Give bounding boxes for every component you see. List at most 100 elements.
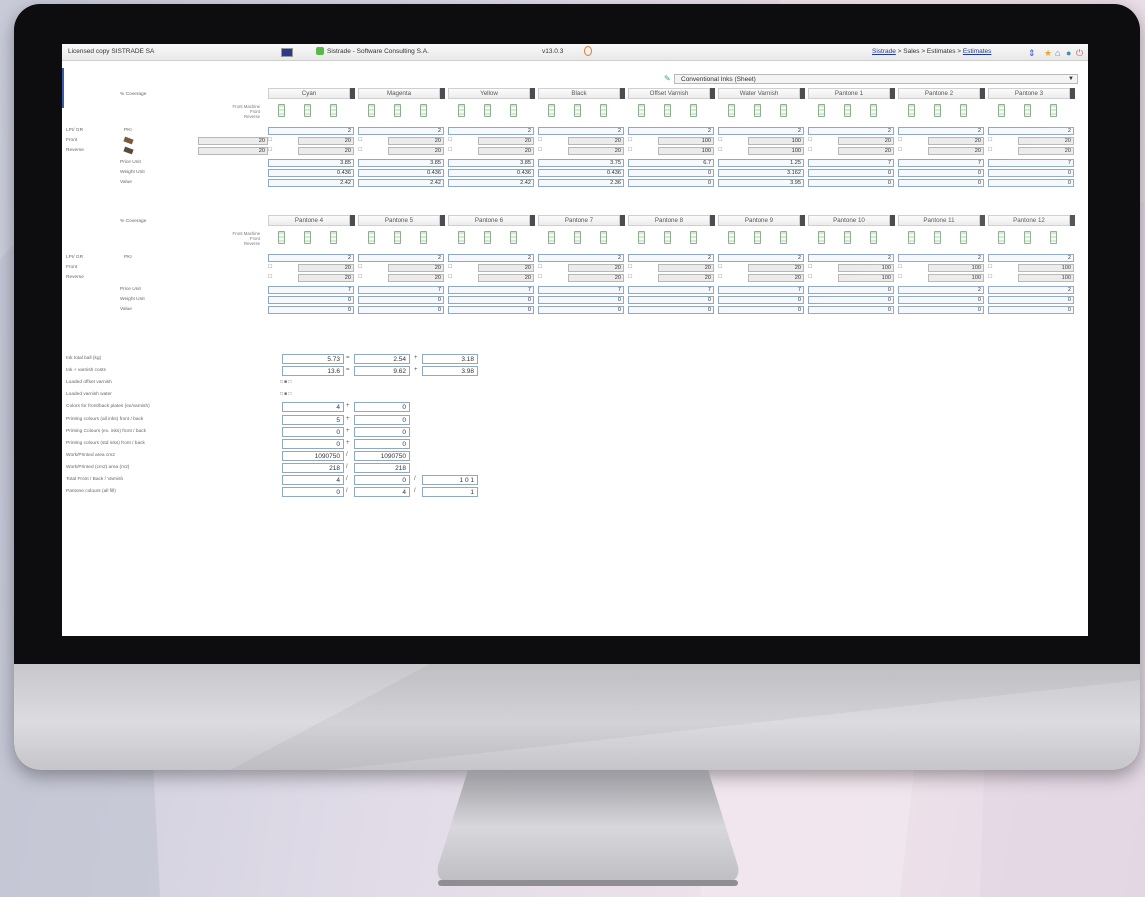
ink-value-2[interactable]: 2.42 xyxy=(448,179,534,187)
ink-bucket-icon[interactable] xyxy=(420,231,427,244)
reverse-check-1[interactable]: ☐ xyxy=(358,275,364,281)
ink-price-2[interactable]: 3.85 xyxy=(448,159,534,167)
ink-bucket-icon[interactable] xyxy=(330,104,337,117)
ink-reverse-4[interactable]: 100 xyxy=(658,147,714,155)
summary-a-8[interactable]: 1090750 xyxy=(282,450,344,461)
summary-c-1[interactable]: 3.98 xyxy=(422,366,478,377)
ink-qty-3[interactable]: 2 xyxy=(538,254,624,262)
front-check-6[interactable]: ☐ xyxy=(808,265,814,271)
ink-header-tab-2[interactable] xyxy=(530,215,535,226)
front-check-4[interactable]: ☐ xyxy=(628,138,634,144)
ink-bucket-icon[interactable] xyxy=(278,231,285,244)
nav-arrows-icon[interactable]: ⇕ xyxy=(1028,48,1036,59)
summary-a-5[interactable]: 5 xyxy=(282,414,344,425)
ink-value-6[interactable]: 0 xyxy=(808,306,894,314)
ink-header-tab-5[interactable] xyxy=(800,88,805,99)
ink-value-4[interactable]: 0 xyxy=(628,179,714,187)
ink-value-7[interactable]: 0 xyxy=(898,306,984,314)
ink-price-1[interactable]: 3.85 xyxy=(358,159,444,167)
ink-bucket-icon[interactable] xyxy=(368,104,375,117)
ink-front-8[interactable]: 20 xyxy=(1018,137,1074,145)
reverse-check-8[interactable]: ☐ xyxy=(988,275,994,281)
front-check-7[interactable]: ☐ xyxy=(898,138,904,144)
front-check-4[interactable]: ☐ xyxy=(628,265,634,271)
ink-bucket-icon[interactable] xyxy=(484,231,491,244)
ink-header-1[interactable]: Pantone 5 xyxy=(358,215,440,226)
summary-b-10[interactable]: 0 xyxy=(354,475,410,485)
reverse-check-1[interactable]: ☐ xyxy=(358,148,364,154)
ink-weight-3[interactable]: 0 xyxy=(538,296,624,304)
ink-header-3[interactable]: Pantone 7 xyxy=(538,215,620,226)
ink-bucket-icon[interactable] xyxy=(728,231,735,244)
ink-price-3[interactable]: 7 xyxy=(538,286,624,294)
ink-bucket-icon[interactable] xyxy=(638,231,645,244)
reverse-check-7[interactable]: ☐ xyxy=(898,148,904,154)
summary-a-0[interactable]: 5.73 xyxy=(282,354,344,364)
reverse-check-0[interactable]: ☐ xyxy=(268,148,274,154)
ink-weight-3[interactable]: 0.436 xyxy=(538,169,624,177)
ink-reverse-6[interactable]: 20 xyxy=(838,147,894,155)
ink-value-0[interactable]: 0 xyxy=(268,306,354,314)
ink-bucket-icon[interactable] xyxy=(844,231,851,244)
user-icon[interactable] xyxy=(584,46,592,56)
ink-front-3[interactable]: 20 xyxy=(568,137,624,145)
ink-qty-4[interactable]: 2 xyxy=(628,254,714,262)
ink-reverse-4[interactable]: 20 xyxy=(658,274,714,282)
ink-header-2[interactable]: Yellow xyxy=(448,88,530,99)
ink-reverse-2[interactable]: 20 xyxy=(478,274,534,282)
summary-b-1[interactable]: 9.62 xyxy=(354,366,410,377)
ink-bucket-icon[interactable] xyxy=(330,231,337,244)
ink-bucket-icon[interactable] xyxy=(728,104,735,117)
ink-price-4[interactable]: 7 xyxy=(628,286,714,294)
ink-weight-8[interactable]: 0 xyxy=(988,296,1074,304)
ink-header-tab-2[interactable] xyxy=(530,88,535,99)
water-varnish-checks[interactable]: □ ■ □ xyxy=(280,392,291,397)
reverse-check-6[interactable]: ☐ xyxy=(808,275,814,281)
ink-weight-5[interactable]: 3.162 xyxy=(718,169,804,177)
summary-b-7[interactable]: 0 xyxy=(354,438,410,449)
inks-type-select[interactable]: Conventional Inks (Sheet) ▼ xyxy=(674,74,1078,84)
front-check-1[interactable]: ☐ xyxy=(358,138,364,144)
front-check-7[interactable]: ☐ xyxy=(898,265,904,271)
ink-weight-0[interactable]: 0 xyxy=(268,296,354,304)
summary-a-7[interactable]: 0 xyxy=(282,438,344,449)
ink-bucket-icon[interactable] xyxy=(870,231,877,244)
ink-front-3[interactable]: 20 xyxy=(568,264,624,272)
ink-bucket-icon[interactable] xyxy=(574,231,581,244)
ink-bucket-icon[interactable] xyxy=(548,104,555,117)
ink-front-4[interactable]: 20 xyxy=(658,264,714,272)
ink-weight-7[interactable]: 0 xyxy=(898,169,984,177)
breadcrumb-estimates[interactable]: Estimates xyxy=(963,48,992,55)
power-icon[interactable]: ⏻ xyxy=(1076,48,1083,59)
ink-header-8[interactable]: Pantone 3 xyxy=(988,88,1070,99)
ink-bucket-icon[interactable] xyxy=(664,231,671,244)
ink-bucket-icon[interactable] xyxy=(420,104,427,117)
ink-reverse-3[interactable]: 20 xyxy=(568,147,624,155)
front-check-2[interactable]: ☐ xyxy=(448,265,454,271)
reverse-check-5[interactable]: ☐ xyxy=(718,275,724,281)
ink-bucket-icon[interactable] xyxy=(998,231,1005,244)
reverse-check-6[interactable]: ☐ xyxy=(808,148,814,154)
summary-b-6[interactable]: 0 xyxy=(354,426,410,437)
ink-front-6[interactable]: 100 xyxy=(838,264,894,272)
ink-weight-4[interactable]: 0 xyxy=(628,169,714,177)
summary-b-4[interactable]: 0 xyxy=(354,402,410,413)
summary-a-9[interactable]: 218 xyxy=(282,462,344,473)
ink-reverse-1[interactable]: 20 xyxy=(388,274,444,282)
ink-header-tab-3[interactable] xyxy=(620,88,625,99)
ink-reverse-5[interactable]: 20 xyxy=(748,274,804,282)
ink-header-5[interactable]: Water Varnish xyxy=(718,88,800,99)
summary-b-8[interactable]: 1090750 xyxy=(354,450,410,461)
ink-bucket-icon[interactable] xyxy=(780,104,787,117)
ink-price-6[interactable]: 7 xyxy=(808,159,894,167)
ink-front-0[interactable]: 20 xyxy=(298,264,354,272)
ink-weight-4[interactable]: 0 xyxy=(628,296,714,304)
ink-front-8[interactable]: 100 xyxy=(1018,264,1074,272)
ink-header-2[interactable]: Pantone 6 xyxy=(448,215,530,226)
left-reverse-field[interactable]: 20 xyxy=(198,147,268,155)
ink-qty-0[interactable]: 2 xyxy=(268,254,354,262)
ink-weight-8[interactable]: 0 xyxy=(988,169,1074,177)
ink-front-0[interactable]: 20 xyxy=(298,137,354,145)
ink-reverse-7[interactable]: 100 xyxy=(928,274,984,282)
summary-c-0[interactable]: 3.18 xyxy=(422,354,478,364)
